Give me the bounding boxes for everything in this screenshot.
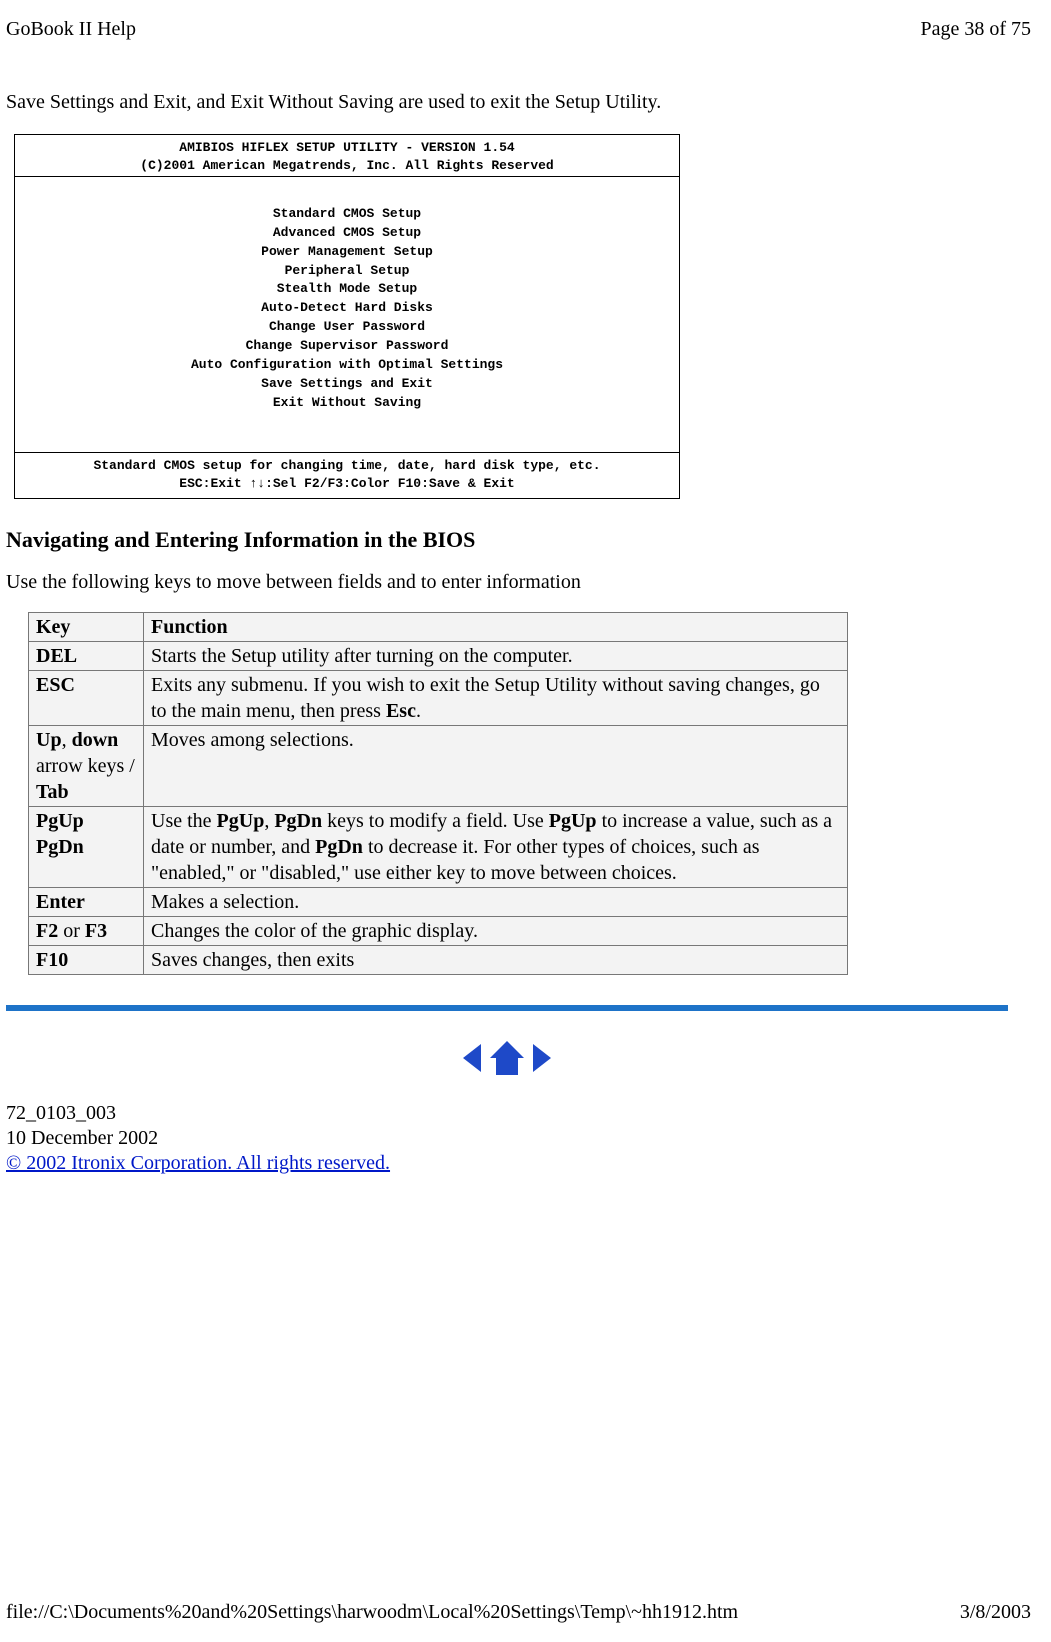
table-row: DEL Starts the Setup utility after turni… xyxy=(29,642,848,671)
table-row: F10 Saves changes, then exits xyxy=(29,946,848,975)
cell-function: Changes the color of the graphic display… xyxy=(144,917,848,946)
bios-title-line2: (C)2001 American Megatrends, Inc. All Ri… xyxy=(19,157,675,175)
intro-text: Save Settings and Exit, and Exit Without… xyxy=(6,91,1045,114)
bios-menu-item: Power Management Setup xyxy=(19,243,675,262)
bios-menu-item: Standard CMOS Setup xyxy=(19,205,675,224)
nav-icons xyxy=(6,1011,1008,1093)
cell-function: Moves among selections. xyxy=(144,726,848,807)
print-date: 3/8/2003 xyxy=(960,1601,1031,1624)
cell-key: ESC xyxy=(29,671,144,726)
cell-key: Up, down arrow keys / Tab xyxy=(29,726,144,807)
cell-function: Exits any submenu. If you wish to exit t… xyxy=(144,671,848,726)
bios-menu-item: Auto-Detect Hard Disks xyxy=(19,299,675,318)
bios-menu-item: Change User Password xyxy=(19,318,675,337)
cell-key: F2 or F3 xyxy=(29,917,144,946)
cell-key: F10 xyxy=(29,946,144,975)
cell-function: Saves changes, then exits xyxy=(144,946,848,975)
bios-menu-item: Stealth Mode Setup xyxy=(19,280,675,299)
file-path: file://C:\Documents%20and%20Settings\har… xyxy=(6,1601,738,1624)
keys-table: Key Function DEL Starts the Setup utilit… xyxy=(28,612,848,975)
table-header-row: Key Function xyxy=(29,613,848,642)
cell-key: PgUp PgDn xyxy=(29,807,144,888)
footer-block: 72_0103_003 10 December 2002 © 2002 Itro… xyxy=(6,1101,1045,1176)
bios-status: Standard CMOS setup for changing time, d… xyxy=(15,452,679,498)
header-function: Function xyxy=(144,613,848,642)
footer-doc-id: 72_0103_003 xyxy=(6,1101,1045,1126)
cell-function: Makes a selection. xyxy=(144,888,848,917)
section-intro: Use the following keys to move between f… xyxy=(6,571,1045,594)
bios-menu-item: Auto Configuration with Optimal Settings xyxy=(19,356,675,375)
cell-function: Use the PgUp, PgDn keys to modify a fiel… xyxy=(144,807,848,888)
bios-title: AMIBIOS HIFLEX SETUP UTILITY - VERSION 1… xyxy=(15,135,679,177)
table-row: PgUp PgDn Use the PgUp, PgDn keys to mod… xyxy=(29,807,848,888)
footer-copyright-link[interactable]: © 2002 Itronix Corporation. All rights r… xyxy=(6,1152,390,1174)
bios-menu-item: Exit Without Saving xyxy=(19,394,675,413)
footer-date: 10 December 2002 xyxy=(6,1126,1045,1151)
table-row: F2 or F3 Changes the color of the graphi… xyxy=(29,917,848,946)
bios-status-line1: Standard CMOS setup for changing time, d… xyxy=(19,457,675,475)
section-heading: Navigating and Entering Information in t… xyxy=(6,527,1045,553)
bios-menu-item: Save Settings and Exit xyxy=(19,375,675,394)
table-row: Up, down arrow keys / Tab Moves among se… xyxy=(29,726,848,807)
bios-menu-item: Advanced CMOS Setup xyxy=(19,224,675,243)
table-row: Enter Makes a selection. xyxy=(29,888,848,917)
bios-screenshot: AMIBIOS HIFLEX SETUP UTILITY - VERSION 1… xyxy=(14,134,680,499)
prev-icon[interactable] xyxy=(463,1044,481,1072)
bios-menu-item: Change Supervisor Password xyxy=(19,337,675,356)
next-icon[interactable] xyxy=(533,1044,551,1072)
header-key: Key xyxy=(29,613,144,642)
help-title: GoBook II Help xyxy=(6,18,136,41)
bios-menu-item: Peripheral Setup xyxy=(19,262,675,281)
page-indicator: Page 38 of 75 xyxy=(920,18,1031,41)
table-row: ESC Exits any submenu. If you wish to ex… xyxy=(29,671,848,726)
home-icon[interactable] xyxy=(490,1041,524,1075)
cell-key: Enter xyxy=(29,888,144,917)
bios-menu: Standard CMOS Setup Advanced CMOS Setup … xyxy=(15,177,679,452)
cell-key: DEL xyxy=(29,642,144,671)
cell-function: Starts the Setup utility after turning o… xyxy=(144,642,848,671)
bios-title-line1: AMIBIOS HIFLEX SETUP UTILITY - VERSION 1… xyxy=(19,139,675,157)
bios-status-line2: ESC:Exit ↑↓:Sel F2/F3:Color F10:Save & E… xyxy=(19,475,675,493)
